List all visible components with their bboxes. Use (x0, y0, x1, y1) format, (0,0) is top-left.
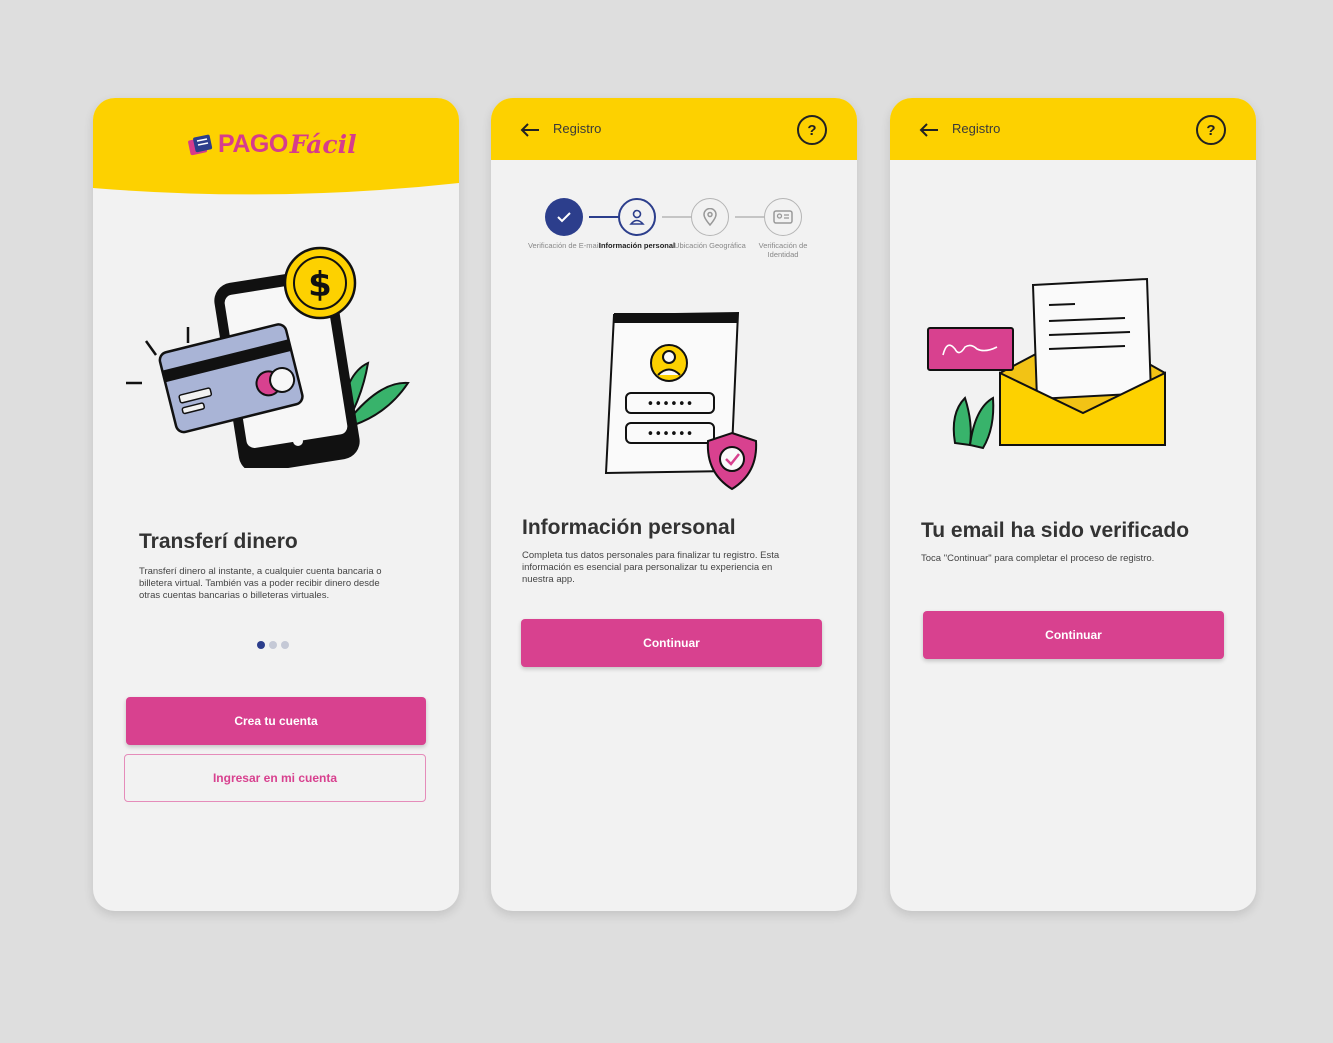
continue-button[interactable]: Continuar (521, 619, 822, 667)
pago-facil-logo: PAGO Fácil (187, 130, 357, 159)
svg-text:$: $ (308, 265, 332, 305)
id-card-icon (773, 210, 793, 224)
screen-title: Transferí dinero (139, 530, 298, 553)
email-verified-illustration (927, 277, 1166, 450)
logo-pago-text: PAGO (218, 130, 288, 158)
topbar-title: Registro (553, 121, 602, 136)
personal-info-illustration: •••••• •••••• (604, 311, 758, 491)
location-pin-icon (703, 208, 717, 226)
question-mark-icon: ? (1206, 121, 1216, 139)
create-account-button[interactable]: Crea tu cuenta (126, 697, 426, 745)
arrow-left-icon (520, 123, 539, 137)
personal-info-screen: Registro ? Verificación de E-mail Inform… (491, 98, 857, 911)
step-personal-info: Información personal (597, 198, 677, 250)
password-field-mask: •••••• (647, 427, 694, 442)
step-label: Verificación de E-mail (527, 241, 601, 250)
carousel-dot[interactable] (269, 641, 277, 649)
screen-description: Transferí dinero al instante, a cualquie… (139, 566, 382, 601)
logo-mark-icon (188, 134, 213, 155)
check-icon (557, 212, 571, 223)
step-email-verification: Verificación de E-mail (524, 198, 604, 250)
screen-description: Completa tus datos personales para final… (522, 550, 780, 585)
carousel-indicator[interactable] (257, 641, 289, 649)
screen-description: Toca "Continuar" para completar el proce… (921, 553, 1155, 564)
question-mark-icon: ? (807, 121, 817, 139)
continue-button[interactable]: Continuar (923, 611, 1224, 659)
top-app-bar: Registro ? (890, 98, 1256, 160)
login-button[interactable]: Ingresar en mi cuenta (124, 754, 426, 802)
step-location: Ubicación Geográfica (670, 198, 750, 250)
back-button[interactable] (916, 118, 942, 142)
screen-title: Información personal (522, 516, 736, 539)
user-icon (629, 209, 645, 225)
step-label: Información personal (598, 241, 676, 250)
hero-header: PAGO Fácil (93, 98, 459, 198)
step-label: Ubicación Geográfica (674, 241, 746, 250)
carousel-dot-active[interactable] (257, 641, 265, 649)
top-app-bar: Registro ? (491, 98, 857, 160)
onboarding-screen: PAGO Fácil $ Transferí dinero Transferí … (93, 98, 459, 911)
step-label: Verificación de Identidad (758, 241, 808, 259)
registration-stepper: Verificación de E-mail Información perso… (528, 198, 823, 273)
help-button[interactable]: ? (797, 115, 827, 145)
arrow-left-icon (919, 123, 938, 137)
transfer-money-illustration: $ (126, 246, 410, 468)
screen-title: Tu email ha sido verificado (921, 519, 1190, 542)
back-button[interactable] (517, 118, 543, 142)
help-button[interactable]: ? (1196, 115, 1226, 145)
password-field-mask: •••••• (647, 397, 694, 412)
logo-facil-text: Fácil (289, 130, 357, 159)
carousel-dot[interactable] (281, 641, 289, 649)
topbar-title: Registro (952, 121, 1001, 136)
email-verified-screen: Registro ? Tu email ha sido verificado T… (890, 98, 1256, 911)
step-identity-verification: Verificación de Identidad (743, 198, 823, 259)
